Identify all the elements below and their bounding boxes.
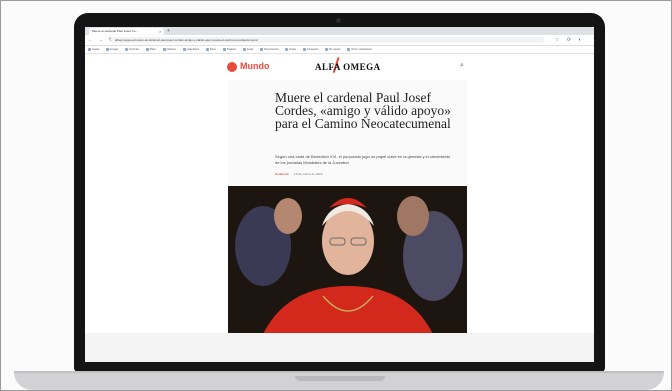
laptop-screen: Muere el cardenal Paul Josef Co... × + ←…: [85, 27, 594, 362]
tab-title: Muere el cardenal Paul Josef Co...: [92, 29, 139, 33]
laptop-base: [14, 371, 664, 390]
site-logo[interactable]: ALFA OMEGA: [315, 62, 381, 72]
bookmark-item[interactable]: Hojas: [285, 48, 296, 51]
bookmark-item[interactable]: Contactos: [303, 48, 319, 51]
browser-toolbar: ← → ↻ ⌂ alfayomega.es/muere-el-cardenal-…: [85, 35, 594, 51]
bookmarks-bar: Gmail Google YouTube Maps Noticias Calen…: [85, 46, 594, 54]
article-subheadline: Según una carta de Benedicto XVI, el pur…: [275, 154, 451, 165]
article: Muere el cardenal Paul Josef Cordes, «am…: [228, 80, 467, 362]
bookmark-item[interactable]: YouTube: [125, 48, 139, 51]
bookmark-item[interactable]: Calendario: [183, 48, 200, 51]
bookmark-item[interactable]: Documentos: [260, 48, 279, 51]
bookmark-item[interactable]: Fotos: [243, 48, 254, 51]
bookmark-item[interactable]: Noticias: [163, 48, 176, 51]
bookmark-item[interactable]: Google: [106, 48, 118, 51]
byline: Redacción 15 de marzo de 2024: [275, 172, 322, 176]
laptop-notch: [295, 376, 385, 381]
bookmark-item[interactable]: Traducir: [223, 48, 236, 51]
page-footer-area: [85, 333, 594, 362]
new-tab-icon[interactable]: +: [167, 28, 170, 34]
bookmark-item[interactable]: Otros marcadores: [347, 48, 372, 51]
article-headline: Muere el cardenal Paul Josef Cordes, «am…: [275, 90, 451, 131]
publish-date: 15 de marzo de 2024: [294, 172, 323, 176]
crowd-face-left: [274, 198, 302, 234]
crowd-face-right: [397, 196, 429, 236]
browser-tab[interactable]: Muere el cardenal Paul Josef Co...: [89, 28, 164, 35]
bookmark-item[interactable]: Maps: [146, 48, 156, 51]
site-header: Mundo ALFA OMEGA ⌕: [85, 54, 594, 80]
section-logo-icon: [227, 62, 237, 72]
laptop-lid: Muere el cardenal Paul Josef Co... × + ←…: [74, 13, 605, 372]
bookmark-item[interactable]: Drive: [206, 48, 216, 51]
webcam-icon: [336, 18, 341, 23]
author-link[interactable]: Redacción: [275, 172, 289, 176]
bookmark-item[interactable]: Mi cuenta: [325, 48, 340, 51]
address-bar[interactable]: alfayomega.es/muere-el-cardenal-paul-jos…: [111, 37, 545, 43]
browser-tab-bar: Muere el cardenal Paul Josef Co... × +: [85, 27, 594, 35]
tab-close-icon[interactable]: ×: [159, 28, 161, 35]
bookmark-item[interactable]: Gmail: [88, 48, 99, 51]
section-link[interactable]: Mundo: [240, 61, 270, 71]
search-icon[interactable]: ⌕: [460, 62, 464, 70]
